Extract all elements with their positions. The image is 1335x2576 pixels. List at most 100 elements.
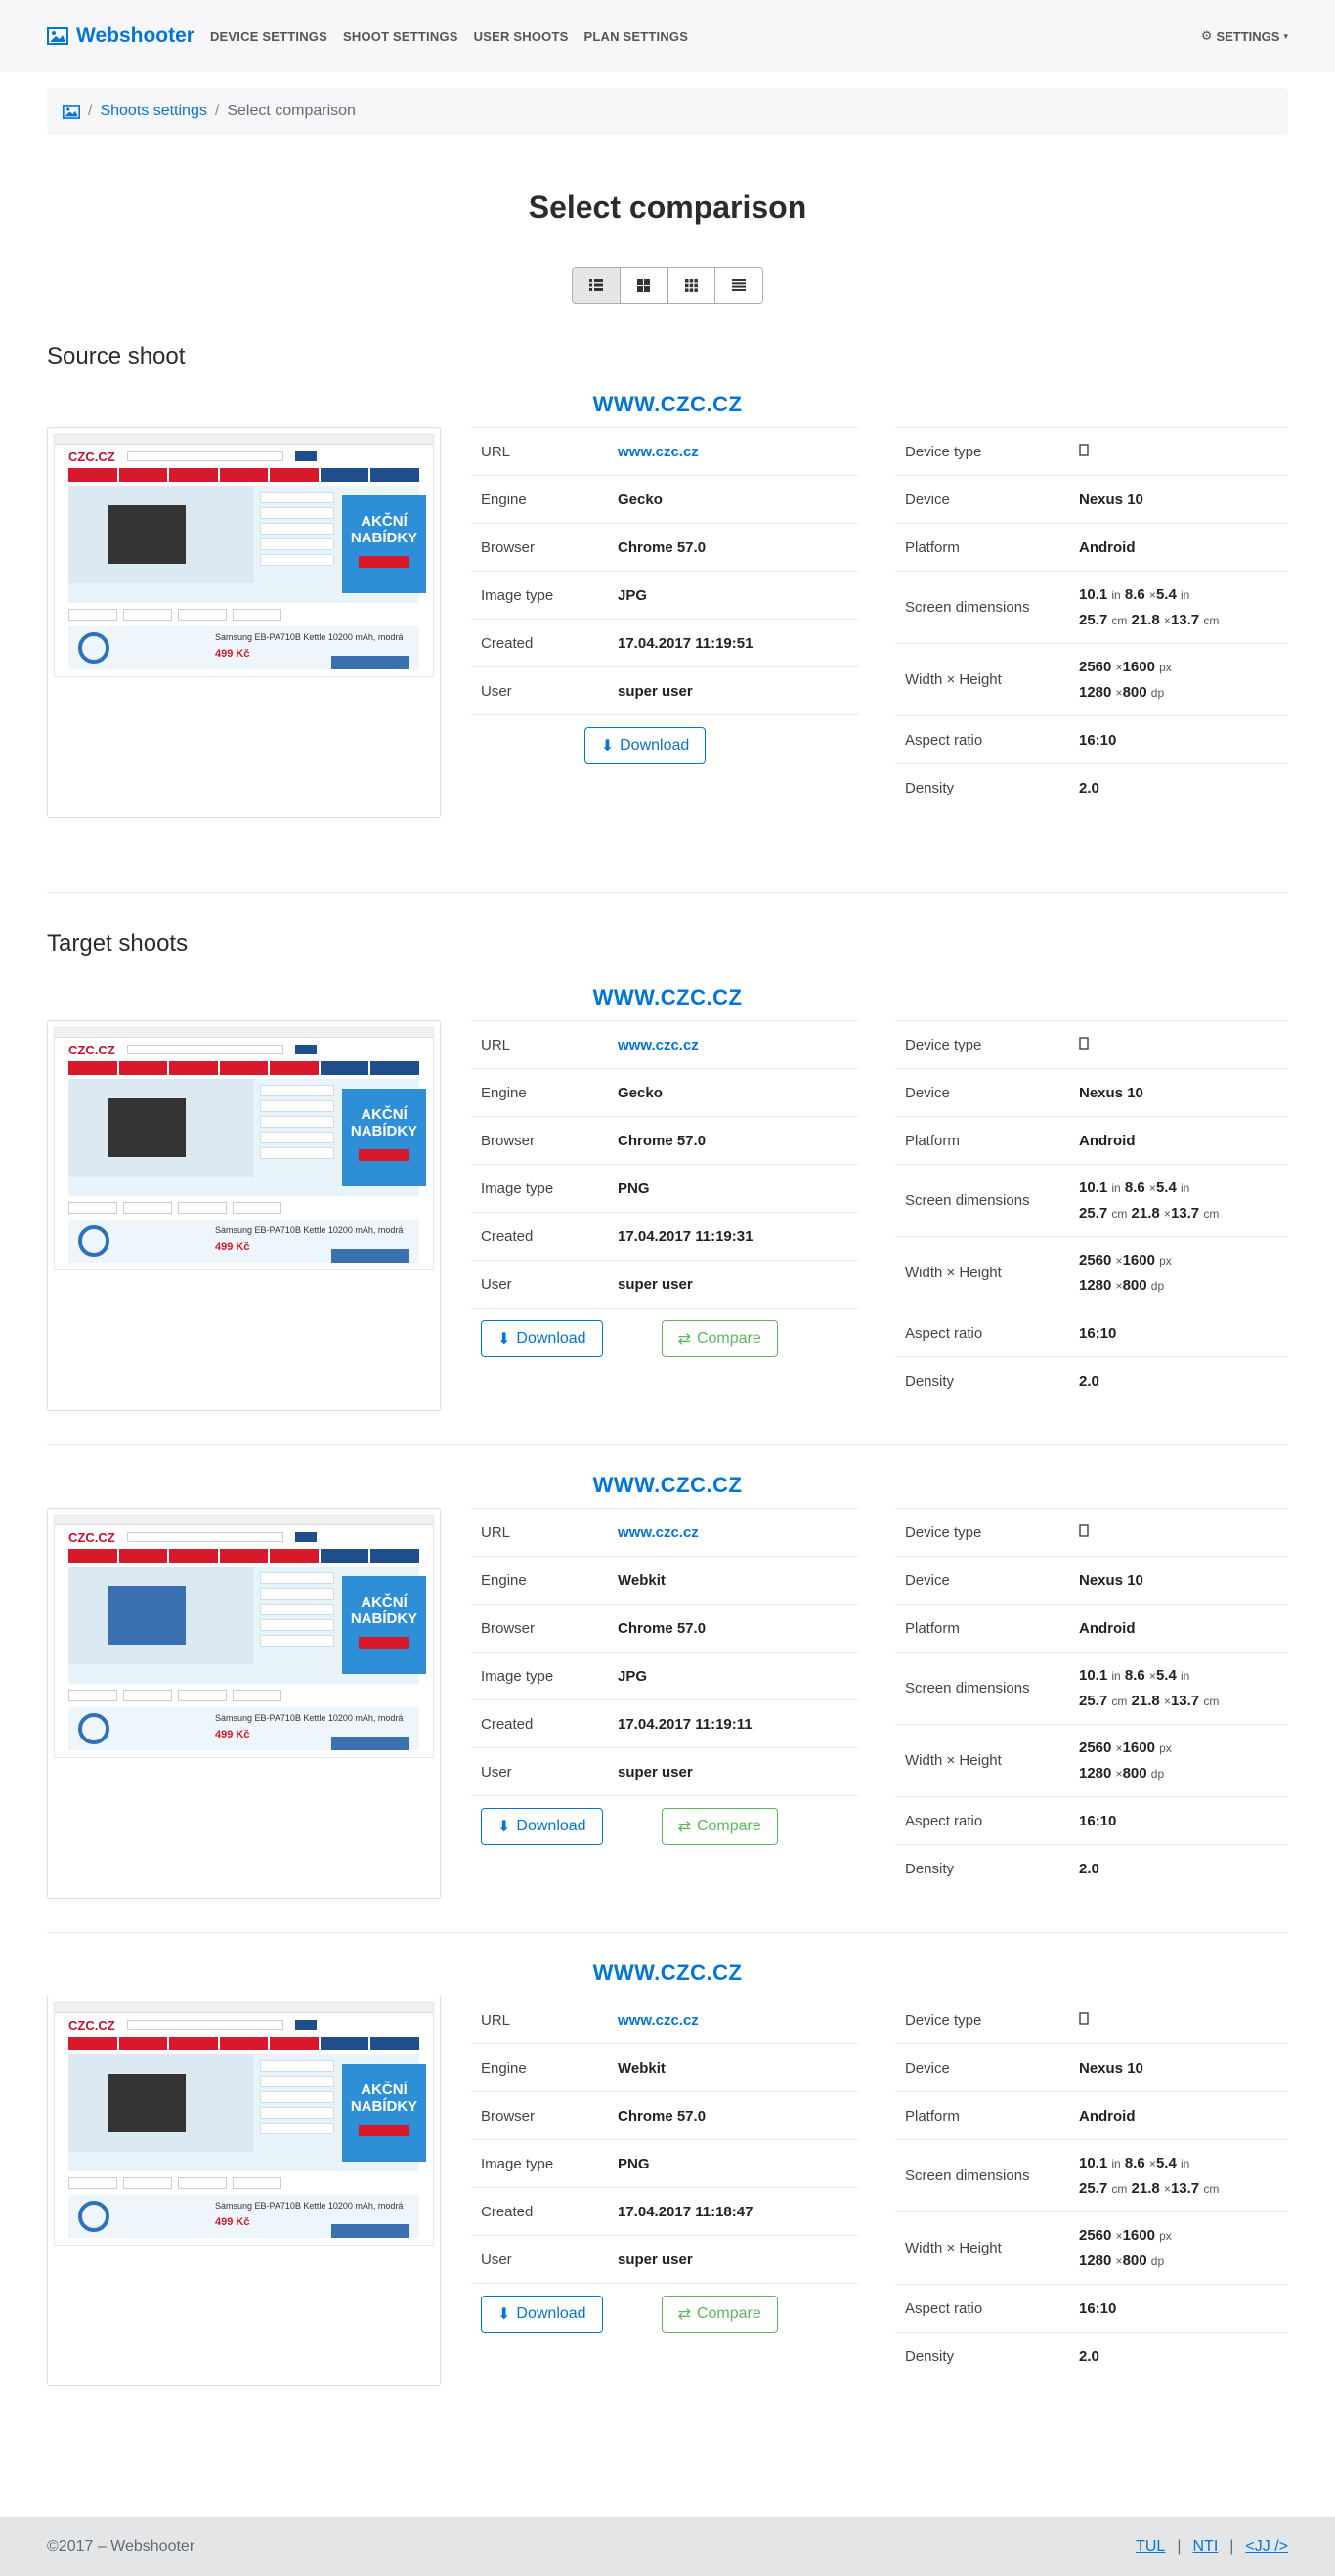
created-row: Created 17.04.2017 11:19:31 bbox=[471, 1212, 858, 1260]
created-row: Created 17.04.2017 11:19:11 bbox=[471, 1699, 858, 1747]
url-row: URL www.czc.cz bbox=[471, 1020, 858, 1068]
screen-dimensions-row: Screen dimensions 10.1 in 8.6 ×5.4 in 25… bbox=[895, 571, 1288, 643]
platform-label: Platform bbox=[905, 2107, 960, 2125]
screenshot-thumbnail[interactable]: CZC.CZ AKČNÍ NABÍDKY Samsung EB-PA710B Ke… bbox=[47, 427, 441, 818]
density-label: Density bbox=[905, 779, 955, 796]
shoot-heading[interactable]: WWW.CZC.CZ bbox=[0, 1960, 1335, 1986]
device-type-label: Device type bbox=[905, 1524, 982, 1541]
url-value[interactable]: www.czc.cz bbox=[618, 1524, 699, 1541]
brand-name: Webshooter bbox=[76, 24, 194, 47]
device-type-label: Device type bbox=[905, 1036, 982, 1053]
width-height-row: Width × Height 2560 ×1600 px 1280 ×800 d… bbox=[895, 2211, 1288, 2284]
url-value[interactable]: www.czc.cz bbox=[618, 444, 699, 460]
footer-link-nti[interactable]: NTI bbox=[1192, 2538, 1218, 2555]
platform-value: Android bbox=[1079, 1132, 1136, 1149]
aspect-ratio-label: Aspect ratio bbox=[905, 731, 983, 749]
url-row: URL www.czc.cz bbox=[471, 427, 858, 475]
image-icon bbox=[47, 27, 68, 45]
breadcrumb-current: Select comparison bbox=[227, 103, 356, 119]
thumb-logo: CZC.CZ bbox=[68, 449, 115, 464]
nav-plan-settings[interactable]: PLAN SETTINGS bbox=[583, 29, 688, 44]
nav-device-settings[interactable]: DEVICE SETTINGS bbox=[210, 29, 327, 44]
created-value: 17.04.2017 11:19:51 bbox=[618, 634, 754, 652]
browser-value: Chrome 57.0 bbox=[618, 1132, 707, 1149]
user-label: User bbox=[481, 2251, 512, 2268]
density-row: Density 2.0 bbox=[895, 2332, 1288, 2380]
device-row: Device Nexus 10 bbox=[895, 2043, 1288, 2091]
download-button[interactable]: ⬇ Download bbox=[583, 727, 707, 764]
footer-separator: | bbox=[1177, 2538, 1182, 2555]
browser-label: Browser bbox=[481, 1132, 536, 1149]
width-height-label: Width × Height bbox=[905, 671, 1002, 688]
compact-list-view-button[interactable] bbox=[715, 268, 762, 303]
breadcrumb-shoots-settings[interactable]: Shoots settings bbox=[100, 103, 206, 120]
source-shoot-heading: Source shoot bbox=[47, 343, 186, 369]
nav-user-shoots[interactable]: USER SHOOTS bbox=[474, 29, 569, 44]
thumb-promo-1: AKČNÍ bbox=[361, 513, 408, 530]
caret-down-icon: ▾ bbox=[1283, 30, 1288, 41]
large-grid-view-button[interactable] bbox=[620, 268, 668, 303]
device-label: Device bbox=[905, 2059, 950, 2077]
section-divider bbox=[47, 892, 1288, 893]
shoot-block: CZC.CZ AKČNÍ NABÍDKY Samsung EB-PA710B Ke… bbox=[47, 1996, 1288, 2386]
created-row: Created 17.04.2017 11:19:51 bbox=[471, 619, 858, 666]
device-type-label: Device type bbox=[905, 2011, 982, 2029]
engine-label: Engine bbox=[481, 2059, 527, 2077]
download-button[interactable]: ⬇ Download bbox=[481, 2296, 603, 2333]
platform-row: Platform Android bbox=[895, 1116, 1288, 1164]
settings-label: SETTINGS bbox=[1216, 28, 1280, 44]
engine-label: Engine bbox=[481, 491, 527, 508]
screenshot-thumbnail[interactable]: CZC.CZ AKČNÍ NABÍDKY Samsung EB-PA710B Ke… bbox=[47, 1020, 441, 1411]
density-value: 2.0 bbox=[1079, 779, 1099, 796]
aspect-ratio-value: 16:10 bbox=[1079, 1812, 1117, 1829]
device-value: Nexus 10 bbox=[1079, 491, 1143, 508]
small-grid-view-button[interactable] bbox=[668, 268, 716, 303]
settings-dropdown[interactable]: ⚙ SETTINGS ▾ bbox=[1201, 28, 1288, 44]
footer-link-jj[interactable]: <JJ /> bbox=[1245, 2538, 1288, 2555]
exchange-icon: ⇄ bbox=[677, 1819, 691, 1835]
download-button[interactable]: ⬇ Download bbox=[481, 1320, 603, 1357]
th-icon bbox=[684, 279, 698, 292]
footer-link-tul[interactable]: TUL bbox=[1136, 2538, 1165, 2555]
engine-row: Engine Gecko bbox=[471, 1068, 858, 1116]
screenshot-thumbnail[interactable]: CZC.CZ AKČNÍ NABÍDKY Samsung EB-PA710B Ke… bbox=[47, 1996, 441, 2386]
screenshot-thumbnail[interactable]: CZC.CZ AKČNÍ NABÍDKY Samsung EB-PA710B Ke… bbox=[47, 1508, 441, 1899]
platform-value: Android bbox=[1079, 2107, 1136, 2125]
width-height-label: Width × Height bbox=[905, 2240, 1002, 2256]
download-icon: ⬇ bbox=[497, 2306, 511, 2323]
list-view-button[interactable] bbox=[573, 268, 621, 303]
download-button[interactable]: ⬇ Download bbox=[481, 1808, 603, 1845]
brand-link[interactable]: Webshooter bbox=[47, 24, 194, 48]
platform-label: Platform bbox=[905, 1132, 960, 1149]
image-icon[interactable] bbox=[63, 104, 80, 119]
screen-dimensions-row: Screen dimensions 10.1 in 8.6 ×5.4 in 25… bbox=[895, 1164, 1288, 1236]
aspect-ratio-value: 16:10 bbox=[1079, 731, 1117, 749]
compare-button[interactable]: ⇄ Compare bbox=[661, 1320, 778, 1357]
device-type-row: Device type bbox=[895, 1020, 1288, 1068]
screen-dimensions-label: Screen dimensions bbox=[905, 1192, 1030, 1209]
aspect-ratio-row: Aspect ratio 16:10 bbox=[895, 715, 1288, 763]
engine-row: Engine Webkit bbox=[471, 2043, 858, 2091]
shoot-heading[interactable]: WWW.CZC.CZ bbox=[0, 392, 1335, 417]
shoot-heading[interactable]: WWW.CZC.CZ bbox=[0, 985, 1335, 1010]
exchange-icon: ⇄ bbox=[677, 2306, 691, 2323]
thumb-product-price: 499 Kč bbox=[215, 2216, 250, 2228]
shoot-heading[interactable]: WWW.CZC.CZ bbox=[0, 1473, 1335, 1498]
engine-value: Webkit bbox=[618, 1571, 666, 1589]
url-value[interactable]: www.czc.cz bbox=[618, 2012, 699, 2029]
image-type-row: Image type PNG bbox=[471, 1164, 858, 1212]
device-row: Device Nexus 10 bbox=[895, 1068, 1288, 1116]
device-type-label: Device type bbox=[905, 443, 982, 460]
compare-button[interactable]: ⇄ Compare bbox=[661, 1808, 778, 1845]
nav-shoot-settings[interactable]: SHOOT SETTINGS bbox=[343, 29, 458, 44]
user-value: super user bbox=[618, 1763, 693, 1781]
device-row: Device Nexus 10 bbox=[895, 475, 1288, 523]
device-info-table: Device type Device Nexus 10 Platform And… bbox=[895, 1508, 1288, 1892]
tablet-icon bbox=[1079, 2011, 1089, 2029]
created-label: Created bbox=[481, 2203, 534, 2220]
url-value[interactable]: www.czc.cz bbox=[618, 1037, 699, 1053]
shoot-info-table: URL www.czc.cz Engine Webkit Browser Chr… bbox=[471, 1996, 858, 2333]
compare-button[interactable]: ⇄ Compare bbox=[661, 2296, 778, 2333]
tablet-icon bbox=[1079, 1036, 1089, 1053]
density-row: Density 2.0 bbox=[895, 1356, 1288, 1404]
